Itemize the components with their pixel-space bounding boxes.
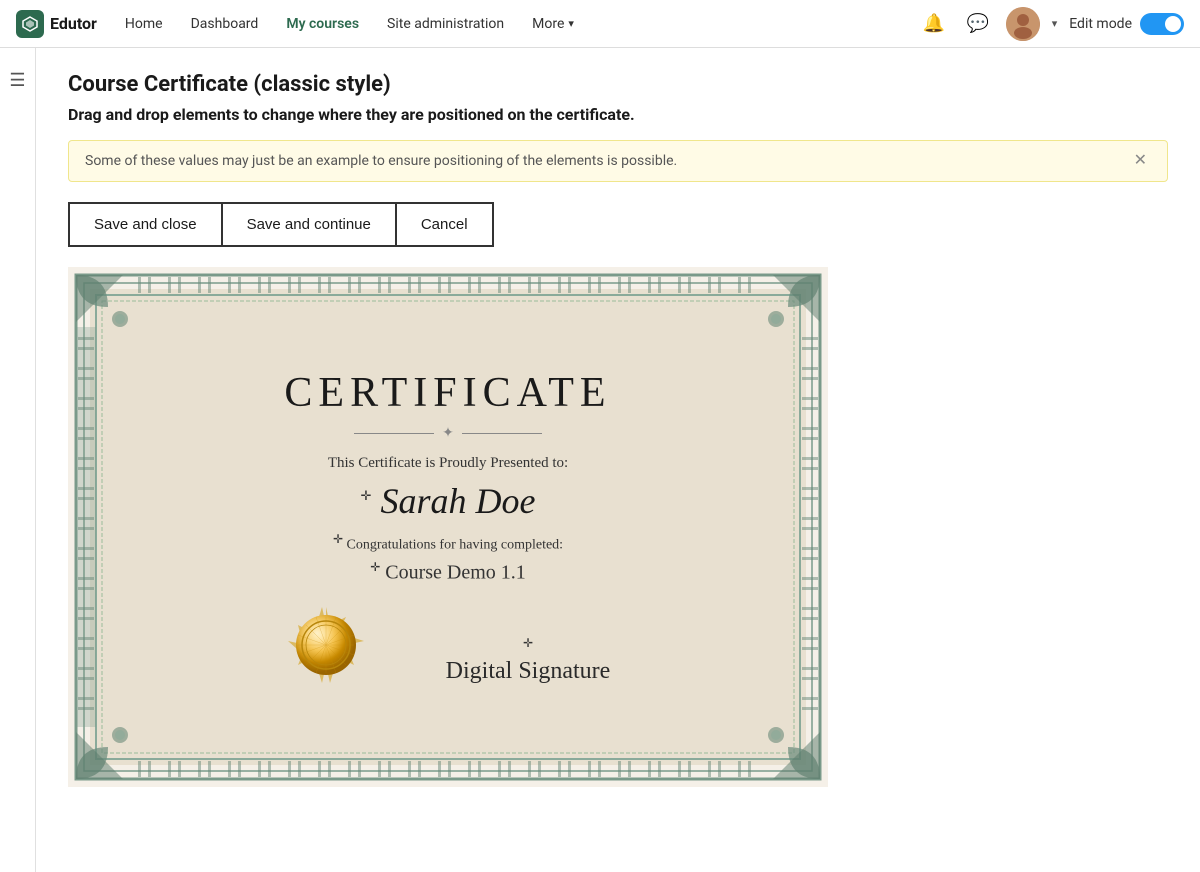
chevron-down-icon: ▾ (568, 17, 574, 30)
nav-my-courses[interactable]: My courses (274, 10, 371, 38)
page-title: Course Certificate (classic style) (68, 72, 1168, 97)
alert-text: Some of these values may just be an exam… (85, 153, 677, 169)
action-buttons: Save and close Save and continue Cancel (68, 202, 1168, 247)
main-content: Course Certificate (classic style) Drag … (36, 48, 1200, 872)
move-indicator-congrats: ✛ (333, 532, 343, 546)
navbar: Edutor Home Dashboard My courses Site ad… (0, 0, 1200, 48)
certificate-title: CERTIFICATE (148, 369, 748, 417)
divider-ornament: ✦ (442, 425, 454, 441)
move-indicator-course: ✛ (370, 560, 380, 574)
logo[interactable]: Edutor (16, 10, 97, 38)
certificate-congrats-text[interactable]: ✛ Congratulations for having completed: (148, 532, 748, 554)
nav-dashboard[interactable]: Dashboard (179, 10, 271, 38)
chat-icon: 💬 (966, 13, 988, 34)
certificate-seal[interactable] (286, 605, 366, 685)
certificate-course-name[interactable]: ✛ Course Demo 1.1 (148, 560, 748, 585)
move-indicator-signature: ✛ (523, 636, 533, 650)
certificate-divider: ✦ (148, 425, 748, 441)
logo-text: Edutor (50, 14, 97, 33)
nav-site-admin[interactable]: Site administration (375, 10, 516, 38)
edit-mode-toggle[interactable] (1140, 13, 1184, 35)
alert-banner: Some of these values may just be an exam… (68, 140, 1168, 182)
user-avatar[interactable] (1006, 7, 1040, 41)
nav-actions: 🔔 💬 ▾ Edit mode (918, 7, 1184, 41)
bell-icon: 🔔 (922, 13, 944, 34)
certificate-content: CERTIFICATE ✦ This Certificate is Proudl… (68, 349, 828, 704)
nav-home[interactable]: Home (113, 10, 175, 38)
nav-more[interactable]: More ▾ (520, 10, 586, 38)
move-indicator-name: ✛ (361, 488, 372, 503)
edit-mode-section: Edit mode (1069, 13, 1184, 35)
messages-button[interactable]: 💬 (962, 8, 994, 40)
avatar-chevron-icon: ▾ (1052, 17, 1058, 30)
cancel-button[interactable]: Cancel (396, 202, 494, 247)
certificate-presented-text: This Certificate is Proudly Presented to… (148, 455, 748, 472)
certificate: CERTIFICATE ✦ This Certificate is Proudl… (68, 267, 828, 787)
certificate-wrapper: CERTIFICATE ✦ This Certificate is Proudl… (68, 267, 828, 787)
avatar-image (1006, 7, 1040, 41)
notifications-button[interactable]: 🔔 (918, 8, 950, 40)
certificate-recipient-name[interactable]: ✛ Sarah Doe (148, 480, 748, 522)
logo-icon (16, 10, 44, 38)
sidebar-menu-icon[interactable]: ☰ (3, 64, 31, 97)
page-subtitle: Drag and drop elements to change where t… (68, 105, 1168, 124)
alert-close-button[interactable]: ✕ (1130, 153, 1151, 169)
save-close-button[interactable]: Save and close (68, 202, 222, 247)
edit-mode-label: Edit mode (1069, 16, 1132, 32)
certificate-signature[interactable]: ✛ Digital Signature (446, 636, 611, 684)
sidebar: ☰ (0, 48, 36, 872)
save-continue-button[interactable]: Save and continue (222, 202, 396, 247)
certificate-bottom: ✛ Digital Signature (148, 605, 748, 685)
certificate-signature-text: Digital Signature (446, 658, 611, 685)
